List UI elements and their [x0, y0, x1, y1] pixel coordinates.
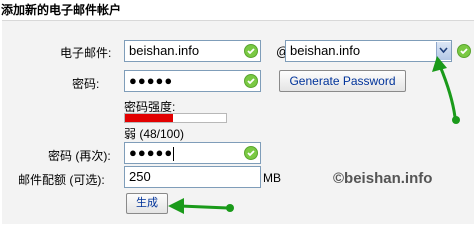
annotation-arrows	[168, 56, 460, 214]
arrow-to-dropdown-icon	[432, 56, 460, 124]
arrow-to-create-button-icon	[168, 198, 234, 214]
